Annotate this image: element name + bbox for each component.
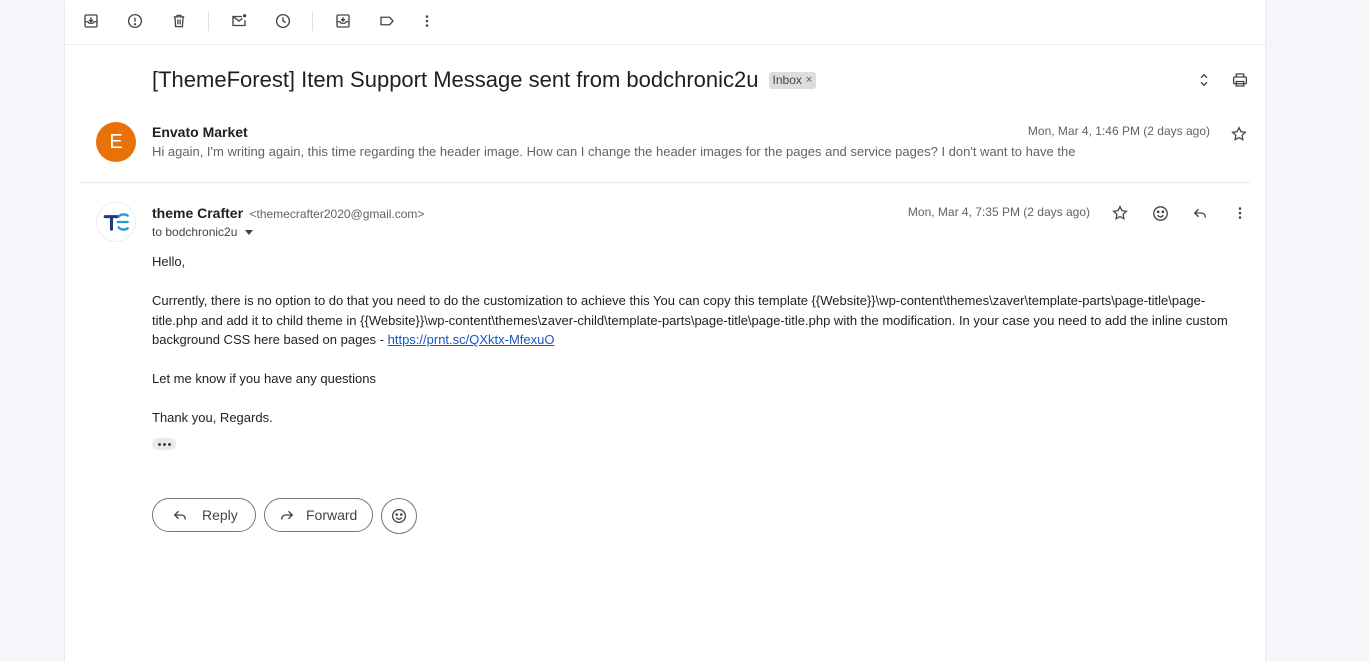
message-date: Mon, Mar 4, 1:46 PM (2 days ago) <box>1027 124 1210 138</box>
sender-name[interactable]: Envato Market <box>152 124 248 140</box>
mark-unread-icon[interactable] <box>226 8 252 34</box>
message-body: Hello, Currently, there is no option to … <box>152 252 1242 447</box>
star-icon[interactable] <box>1227 122 1251 146</box>
expand-all-icon[interactable] <box>1192 68 1216 92</box>
show-details-icon[interactable] <box>245 229 254 235</box>
sender-line: theme Crafter <themecrafter2020@gmail.co… <box>152 205 424 223</box>
signoff: Thank you, Regards. <box>152 410 273 425</box>
forward-button[interactable]: Forward <box>264 498 373 532</box>
message-divider <box>80 182 1250 183</box>
forward-icon <box>281 510 294 520</box>
toolbar-separator <box>312 11 313 31</box>
toolbar-separator <box>208 11 209 31</box>
label-icon[interactable] <box>374 8 400 34</box>
remove-label-icon[interactable]: × <box>806 74 812 86</box>
inbox-label-chip[interactable]: Inbox × <box>768 71 817 89</box>
avatar: E <box>96 122 136 162</box>
email-panel: [ThemeForest] Item Support Message sent … <box>65 0 1265 662</box>
body-paragraph: Currently, there is no option to do that… <box>152 291 1242 350</box>
body-paragraph-text: Currently, there is no option to do that… <box>152 293 1228 347</box>
subject-row: [ThemeForest] Item Support Message sent … <box>152 64 817 96</box>
show-trimmed-content-button[interactable] <box>152 438 176 450</box>
star-icon[interactable] <box>1108 201 1132 225</box>
more-vert-icon[interactable] <box>414 8 440 34</box>
reply-button[interactable]: Reply <box>152 498 256 532</box>
toolbar <box>65 0 1265 45</box>
forward-label: Forward <box>306 507 358 523</box>
reply-icon[interactable] <box>1188 201 1212 225</box>
move-to-icon[interactable] <box>330 8 356 34</box>
dot <box>162 442 166 446</box>
dot <box>157 442 161 446</box>
emoji-icon <box>391 508 407 524</box>
delete-icon[interactable] <box>166 8 192 34</box>
archive-icon[interactable] <box>78 8 104 34</box>
sender-name[interactable]: theme Crafter <box>152 205 243 221</box>
report-spam-icon[interactable] <box>122 8 148 34</box>
greeting: Hello, <box>152 254 186 269</box>
message-snippet[interactable]: Hi again, I'm writing again, this time r… <box>152 144 1075 159</box>
recipient-line: to bodchronic2u <box>152 225 254 239</box>
emoji-reaction-icon[interactable] <box>1148 201 1172 225</box>
avatar: TC <box>96 202 136 242</box>
dot <box>167 442 171 446</box>
sender-email: <themecrafter2020@gmail.com> <box>249 207 425 221</box>
reply-label: Reply <box>202 507 238 523</box>
more-vert-icon[interactable] <box>1228 201 1252 225</box>
recipient-text: to bodchronic2u <box>152 225 238 239</box>
emoji-reaction-button[interactable] <box>381 498 417 534</box>
snooze-icon[interactable] <box>270 8 296 34</box>
reply-icon <box>173 510 186 520</box>
print-icon[interactable] <box>1228 68 1252 92</box>
screenshot-link[interactable]: https://prnt.sc/QXktx-MfexuO <box>388 332 555 347</box>
message-date: Mon, Mar 4, 7:35 PM (2 days ago) <box>907 205 1090 219</box>
email-subject: [ThemeForest] Item Support Message sent … <box>152 67 759 92</box>
questions-line: Let me know if you have any questions <box>152 371 377 386</box>
label-text: Inbox <box>772 72 802 87</box>
